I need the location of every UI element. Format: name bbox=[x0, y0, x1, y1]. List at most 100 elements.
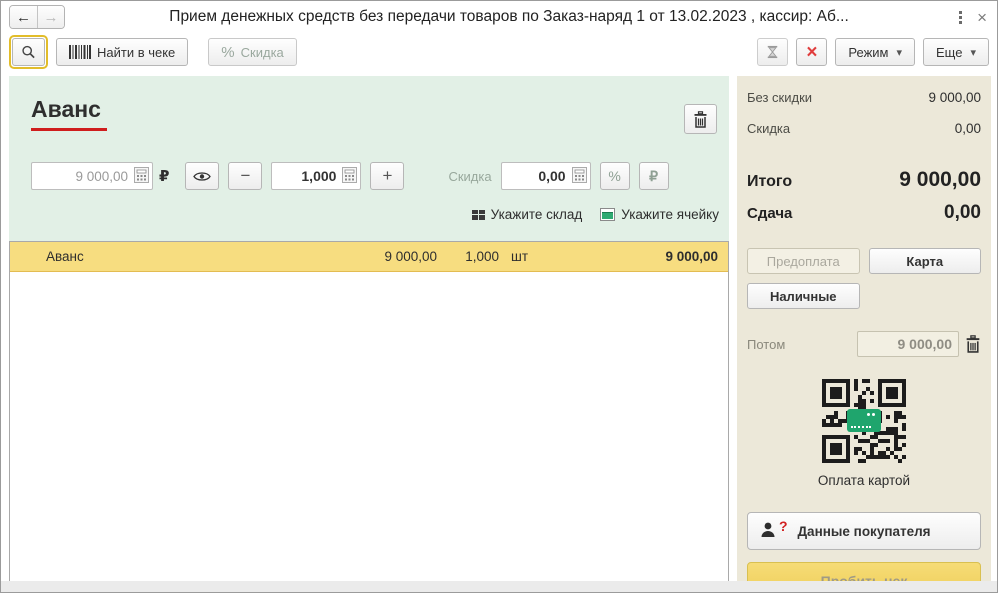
plus-icon: + bbox=[382, 166, 393, 185]
more-label: Еще bbox=[936, 44, 963, 60]
price-value: 9 000,00 bbox=[75, 168, 128, 184]
history-nav: ← → bbox=[9, 5, 65, 29]
more-dropdown[interactable]: Еще ▾ bbox=[923, 38, 989, 66]
row-item-price: 9 000,00 bbox=[384, 249, 437, 264]
line-discount-label: Скидка bbox=[448, 168, 492, 184]
prepayment-label: Предоплата bbox=[766, 253, 840, 269]
receipt-table: Аванс 9 000,00 1,000 шт 9 000,00 bbox=[9, 241, 729, 582]
select-cell-label: Укажите ячейку bbox=[621, 207, 719, 222]
customer-data-label: Данные покупателя bbox=[797, 523, 931, 539]
qty-minus-button[interactable]: − bbox=[228, 162, 263, 190]
payment-panel: Без скидки 9 000,00 Скидка 0,00 Итого 9 … bbox=[737, 76, 991, 592]
question-mark-badge: ? bbox=[779, 518, 788, 534]
discount-percent-button[interactable]: % bbox=[599, 162, 630, 190]
select-cell-link[interactable]: Укажите ячейку bbox=[600, 207, 719, 222]
price-input[interactable]: 9 000,00 bbox=[31, 162, 153, 190]
find-in-receipt-label: Найти в чеке bbox=[97, 44, 176, 60]
qty-plus-button[interactable]: + bbox=[370, 162, 405, 190]
close-icon[interactable]: × bbox=[977, 9, 987, 26]
barcode-icon bbox=[69, 45, 91, 59]
chevron-down-icon: ▾ bbox=[896, 46, 903, 59]
change-value: 0,00 bbox=[944, 202, 981, 223]
prepayment-button[interactable]: Предоплата bbox=[747, 248, 860, 274]
credit-card-icon bbox=[847, 409, 881, 432]
percent-icon: % bbox=[608, 168, 621, 184]
pay-later-input[interactable]: 9 000,00 bbox=[857, 331, 959, 357]
no-discount-label: Без скидки bbox=[747, 90, 813, 105]
percent-icon: % bbox=[221, 43, 235, 61]
discount-ruble-button[interactable]: ₽ bbox=[638, 162, 669, 190]
search-focus-ring bbox=[9, 35, 48, 69]
hourglass-icon bbox=[768, 45, 778, 59]
change-label: Сдача bbox=[747, 205, 793, 222]
total-value: 9 000,00 bbox=[899, 168, 981, 191]
calculator-icon[interactable] bbox=[571, 167, 587, 186]
ruble-icon: ₽ bbox=[649, 167, 659, 184]
window-footer-strip bbox=[1, 581, 997, 592]
minus-icon: − bbox=[240, 166, 251, 185]
payment-qr-code bbox=[822, 379, 906, 463]
person-icon: ? bbox=[760, 518, 788, 539]
item-edit-row: 9 000,00 ₽ − 1,000 + Скидка 0,00 % ₽ bbox=[31, 162, 719, 190]
cash-button[interactable]: Наличные bbox=[747, 283, 860, 309]
back-arrow-icon: ← bbox=[16, 8, 31, 26]
calculator-icon[interactable] bbox=[342, 167, 358, 186]
line-discount-value: 0,00 bbox=[538, 168, 566, 184]
clear-receipt-button[interactable]: × bbox=[796, 38, 828, 66]
discount-label: Скидка bbox=[240, 44, 284, 60]
pay-later-delete-button[interactable] bbox=[965, 335, 981, 353]
window-title: Прием денежных средств без передачи това… bbox=[169, 8, 849, 25]
find-in-receipt-button[interactable]: Найти в чеке bbox=[56, 38, 189, 66]
calculator-icon[interactable] bbox=[134, 167, 149, 186]
more-menu-dots-icon[interactable] bbox=[953, 9, 967, 25]
select-warehouse-label: Укажите склад bbox=[490, 207, 583, 222]
no-discount-row: Без скидки 9 000,00 bbox=[747, 90, 981, 115]
mode-dropdown[interactable]: Режим ▾ bbox=[835, 38, 916, 66]
pos-window: ← → Прием денежных средств без передачи … bbox=[0, 0, 998, 593]
trash-icon bbox=[966, 335, 980, 353]
mode-label: Режим bbox=[848, 44, 889, 60]
change-row: Сдача 0,00 bbox=[747, 202, 981, 224]
wait-button[interactable] bbox=[757, 38, 789, 66]
storage-links-row: Укажите склад Укажите ячейку bbox=[9, 207, 719, 222]
row-item-total: 9 000,00 bbox=[665, 249, 718, 264]
quantity-input[interactable]: 1,000 bbox=[271, 162, 362, 190]
search-button[interactable] bbox=[12, 38, 45, 66]
select-warehouse-link[interactable]: Укажите склад bbox=[471, 207, 583, 222]
warehouse-icon bbox=[471, 209, 485, 220]
pay-later-label: Потом bbox=[747, 336, 786, 352]
row-item-unit: шт bbox=[511, 249, 529, 264]
payment-buttons: Предоплата Карта Наличные bbox=[747, 248, 981, 309]
row-item-name: Аванс bbox=[46, 249, 84, 264]
card-label: Карта bbox=[906, 253, 944, 269]
discount-row: Скидка 0,00 bbox=[747, 121, 981, 146]
card-button[interactable]: Карта bbox=[868, 248, 981, 274]
line-discount-input[interactable]: 0,00 bbox=[500, 162, 591, 190]
toolbar: Найти в чеке % Скидка × Режим ▾ Еще ▾ bbox=[1, 33, 997, 71]
no-discount-value: 9 000,00 bbox=[928, 90, 981, 105]
back-button[interactable]: ← bbox=[10, 6, 37, 28]
current-item-name: Аванс bbox=[31, 96, 107, 131]
total-row: Итого 9 000,00 bbox=[747, 168, 981, 192]
delete-item-button[interactable] bbox=[684, 104, 717, 134]
summary-discount-label: Скидка bbox=[747, 121, 791, 136]
cash-label: Наличные bbox=[769, 288, 837, 304]
total-label: Итого bbox=[747, 173, 793, 190]
table-row[interactable]: Аванс 9 000,00 1,000 шт 9 000,00 bbox=[10, 242, 728, 272]
quantity-value: 1,000 bbox=[301, 168, 337, 184]
titlebar: ← → Прием денежных средств без передачи … bbox=[1, 1, 997, 33]
storage-cell-icon bbox=[600, 208, 616, 221]
chevron-down-icon: ▾ bbox=[970, 46, 976, 59]
row-item-qty: 1,000 bbox=[465, 249, 499, 264]
qr-caption: Оплата картой bbox=[817, 473, 911, 488]
discount-button[interactable]: % Скидка bbox=[208, 38, 297, 66]
forward-button[interactable]: → bbox=[37, 6, 64, 28]
red-x-icon: × bbox=[806, 41, 818, 63]
search-icon bbox=[22, 45, 35, 59]
trash-icon bbox=[694, 110, 707, 128]
eye-icon bbox=[193, 171, 212, 181]
customer-data-button[interactable]: ? Данные покупателя bbox=[747, 512, 981, 550]
view-button[interactable] bbox=[185, 162, 220, 190]
current-item-panel: Аванс 9 000,00 ₽ − 1,000 + Скидка 0,00 %… bbox=[9, 76, 729, 241]
pay-later-row: Потом 9 000,00 bbox=[747, 331, 981, 357]
